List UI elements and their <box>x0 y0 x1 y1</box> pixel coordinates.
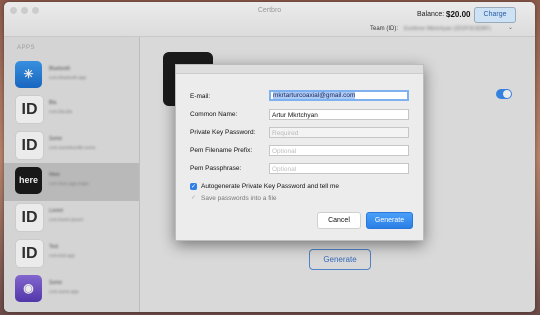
team-label: Team (ID): <box>370 26 399 32</box>
autogenerate-checkbox[interactable]: ✓ <box>190 183 197 190</box>
team-select[interactable]: Evelinne Mkrtchyan (2D2F3C82BF) <box>404 26 504 32</box>
email-field[interactable]: mkrtarturcoaxial@gmail.com <box>269 90 409 101</box>
autogenerate-label: Autogenerate Private Key Password and te… <box>201 183 340 190</box>
pem-passphrase-label: Pem Passphrase: <box>190 165 242 172</box>
generate-certificate-sheet: E-mail: mkrtarturcoaxial@gmail.com Commo… <box>175 64 424 241</box>
common-name-label: Common Name: <box>190 111 238 118</box>
balance-value: $20.00 <box>446 10 471 19</box>
pem-filename-prefix-field[interactable]: Optional <box>269 145 409 156</box>
private-key-password-label: Private Key Password: <box>190 129 256 136</box>
sheet-top-bar <box>176 65 423 74</box>
common-name-field[interactable]: Artur Mkrtchyan <box>269 109 409 120</box>
email-value: mkrtarturcoaxial@gmail.com <box>273 92 356 99</box>
charge-button[interactable]: Charge <box>474 7 516 23</box>
save-passwords-label: Save passwords into a file <box>201 195 277 202</box>
pem-filename-prefix-label: Pem Filename Prefix: <box>190 147 253 154</box>
cancel-button[interactable]: Cancel <box>317 212 361 229</box>
chevron-down-icon[interactable]: ⌄ <box>508 24 513 31</box>
balance-label: Balance: <box>417 11 445 18</box>
private-key-password-field[interactable]: Required <box>269 127 409 138</box>
pem-passphrase-field[interactable]: Optional <box>269 163 409 174</box>
title-bar: Certbro Balance: $20.00 Charge Team (ID)… <box>4 2 535 37</box>
email-label: E-mail: <box>190 93 211 100</box>
app-window: Certbro Balance: $20.00 Charge Team (ID)… <box>4 2 535 312</box>
save-passwords-checkbox[interactable]: ✓ <box>190 195 197 202</box>
generate-button[interactable]: Generate <box>366 212 413 229</box>
